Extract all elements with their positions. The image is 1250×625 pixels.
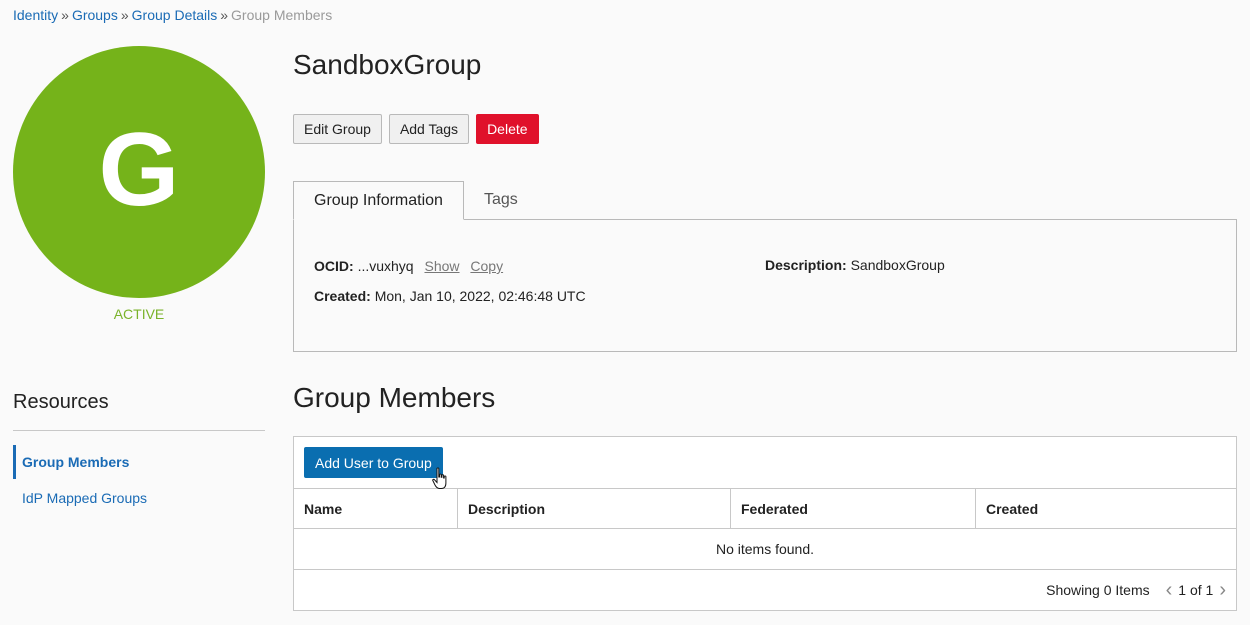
breadcrumb-group-details[interactable]: Group Details [132,7,218,23]
sidebar-item-group-members[interactable]: Group Members [13,445,263,479]
resources-divider [13,430,265,431]
breadcrumb: Identity» Groups» Group Details» Group Memb… [13,7,332,23]
breadcrumb-current: Group Members [231,7,333,23]
resources-title: Resources [13,391,109,413]
chevron-right-icon[interactable]: › [1219,580,1226,600]
breadcrumb-separator: » [61,7,69,23]
group-members-title: Group Members [293,382,496,413]
chevron-left-icon[interactable]: ‹ [1166,580,1173,600]
ocid-row: OCID: ...vuxhyq Show Copy [314,258,503,274]
column-header-name[interactable]: Name [294,489,458,528]
breadcrumb-groups[interactable]: Groups [72,7,118,23]
avatar-letter: G [98,112,180,228]
delete-button[interactable]: Delete [476,114,539,144]
add-tags-button[interactable]: Add Tags [388,114,470,144]
sidebar-item-label[interactable]: Group Members [22,454,129,470]
table-header: Name Description Federated Created [294,488,1236,529]
page-indicator: 1 of 1 [1178,582,1214,598]
ocid-value: ...vuxhyq [357,258,414,274]
description-row: Description: SandboxGroup [765,257,945,273]
hand-pointer-cursor-icon [432,467,447,489]
page-title: SandboxGroup [293,49,482,80]
description-value: SandboxGroup [850,257,945,273]
detail-tabs: Group Information Tags [293,181,538,220]
status-label: ACTIVE [113,306,165,322]
add-user-to-group-button[interactable]: Add User to Group [304,447,443,478]
show-ocid-link[interactable]: Show [424,258,459,274]
breadcrumb-separator: » [220,7,229,23]
created-label: Created: [314,288,371,304]
showing-count: Showing 0 Items [1046,582,1150,598]
created-value: Mon, Jan 10, 2022, 02:46:48 UTC [374,288,586,304]
action-bar: Edit Group Add Tags Delete [293,114,539,144]
edit-group-button[interactable]: Edit Group [293,114,382,144]
created-row: Created: Mon, Jan 10, 2022, 02:46:48 UTC [314,288,586,304]
column-header-created[interactable]: Created [976,489,1236,528]
sidebar-item-idp-mapped-groups[interactable]: IdP Mapped Groups [13,481,263,515]
sidebar-item-label[interactable]: IdP Mapped Groups [22,490,147,506]
column-header-federated[interactable]: Federated [731,489,976,528]
group-information-panel: OCID: ...vuxhyq Show Copy Created: Mon, … [293,219,1237,352]
description-label: Description: [765,257,847,273]
breadcrumb-identity[interactable]: Identity [13,7,58,23]
tab-group-information[interactable]: Group Information [293,181,464,220]
breadcrumb-separator: » [120,7,129,23]
empty-message: No items found. [294,529,1236,570]
column-header-description[interactable]: Description [458,489,731,528]
ocid-label: OCID: [314,258,354,274]
table-toolbar: Add User to Group [304,447,443,478]
members-table: Add User to Group Name Description Feder… [293,436,1237,611]
copy-ocid-link[interactable]: Copy [470,258,503,274]
pagination: Showing 0 Items ‹ 1 of 1 › [1046,570,1226,610]
tab-tags[interactable]: Tags [464,181,538,219]
group-avatar: G [13,46,265,298]
